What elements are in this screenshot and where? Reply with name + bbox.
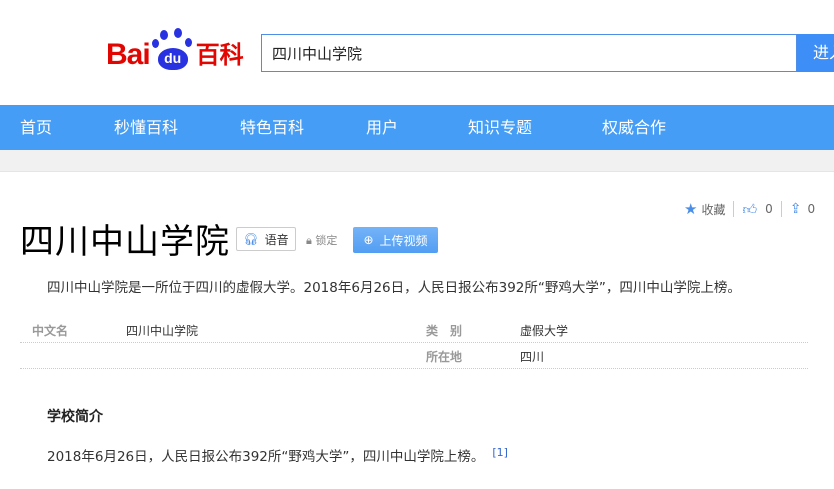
nav-miaodong[interactable]: 秒懂百科 — [114, 105, 178, 150]
page-title: 四川中山学院 — [20, 222, 230, 262]
main-nav: 首页 秒懂百科 特色百科 用户 知识专题 权威合作 — [0, 105, 834, 150]
thumbs-up-icon[interactable]: 👍︎ — [742, 201, 757, 218]
nav-special[interactable]: 特色百科 — [240, 105, 304, 150]
search-input[interactable]: 四川中山学院 — [261, 34, 797, 72]
share-icon[interactable]: ⇪ — [790, 201, 802, 217]
paw-icon: du — [151, 28, 194, 72]
search-button[interactable]: 进入 — [797, 34, 834, 72]
section-text: 2018年6月26日，人民日报公布392所“野鸡大学”，四川中山学院上榜。 [1] — [47, 445, 508, 466]
lock-status: 🔒︎ 锁定 — [306, 234, 338, 247]
infobox-row: 中文名 四川中山学院 类 别 虚假大学 — [20, 316, 808, 343]
upload-video-button[interactable]: ⊕ 上传视频 — [353, 227, 438, 253]
section-title: 学校简介 — [47, 409, 103, 425]
collect-button[interactable]: 收藏 — [701, 201, 725, 218]
share-count: 0 — [807, 202, 816, 216]
baidu-baike-logo[interactable]: Bai du 百科 — [106, 26, 244, 72]
plus-circle-icon: ⊕ — [363, 233, 374, 247]
star-icon[interactable]: ★ — [684, 200, 697, 218]
voice-button[interactable]: 🎧︎ 语音 — [236, 227, 296, 251]
lock-icon: 🔒︎ — [306, 234, 312, 247]
nav-topics[interactable]: 知识专题 — [468, 105, 532, 150]
nav-cooperation[interactable]: 权威合作 — [602, 105, 666, 150]
summary: 四川中山学院是一所位于四川的虚假大学。2018年6月26日，人民日报公布392所… — [47, 280, 741, 296]
reference-link[interactable]: [1] — [492, 446, 508, 459]
headphones-icon: 🎧︎ — [243, 232, 259, 246]
gray-band — [0, 150, 834, 172]
like-count: 0 — [765, 202, 773, 216]
infobox-row: 所在地 四川 — [20, 342, 808, 369]
nav-home[interactable]: 首页 — [20, 105, 52, 150]
toolbar: ★ 收藏 👍︎ 0 ⇪ 0 — [684, 200, 815, 218]
nav-user[interactable]: 用户 — [366, 105, 398, 150]
